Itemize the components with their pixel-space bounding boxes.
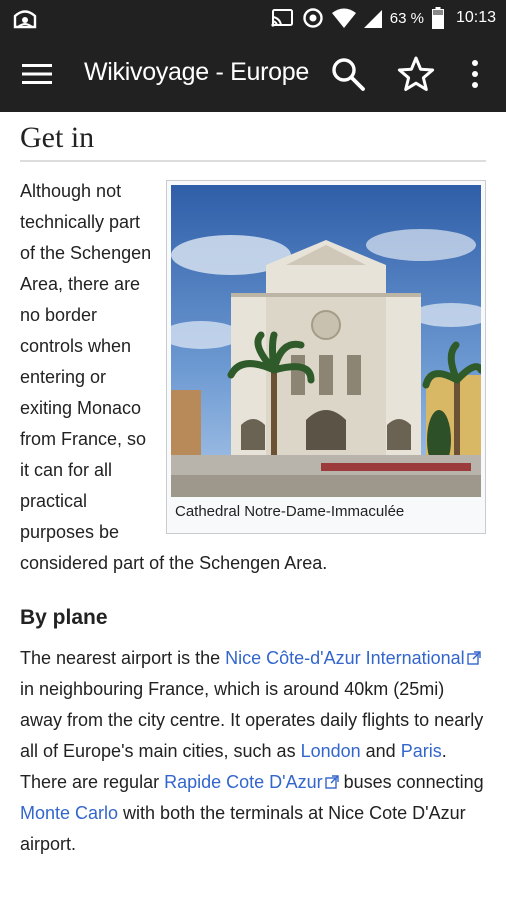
star-icon[interactable] (397, 55, 435, 93)
cast-icon (271, 9, 293, 27)
figure-caption: Cathedral Notre-Dame-Immaculée (175, 503, 405, 520)
link-rapide-cote-dazur[interactable]: Rapide Cote D'Azur (164, 772, 323, 792)
subsection-heading: By plane (20, 606, 108, 629)
intro-paragraph: Cathedral Notre-Dame-Immaculée Although … (20, 176, 486, 579)
external-link-icon[interactable] (466, 651, 481, 665)
search-icon[interactable] (330, 56, 366, 92)
external-link-icon[interactable] (324, 775, 339, 789)
link-london[interactable]: London (301, 741, 361, 761)
clock: 10:13 (455, 9, 496, 26)
link-monte-carlo[interactable]: Monte Carlo (20, 803, 118, 823)
plane-text-5: buses connecting (338, 772, 484, 792)
data-saver-icon (303, 8, 323, 28)
link-paris[interactable]: Paris (401, 741, 442, 761)
cathedral-image[interactable] (171, 185, 481, 497)
menu-icon[interactable] (22, 62, 52, 86)
more-vert-icon[interactable] (466, 58, 484, 90)
battery-icon (431, 7, 444, 29)
plane-text-3: and (360, 741, 401, 761)
app-title: Wikivoyage - Europe (84, 58, 309, 86)
plane-text-1: The nearest airport is the (20, 648, 226, 668)
figure[interactable]: Cathedral Notre-Dame-Immaculée (166, 180, 486, 534)
link-nice-airport[interactable]: Nice Côte-d'Azur International (225, 648, 465, 668)
wifi-icon (331, 8, 356, 28)
plane-paragraph: The nearest airport is the Nice Côte-d'A… (20, 643, 486, 860)
cell-signal-icon (363, 10, 382, 28)
section-heading: Get in (20, 120, 486, 162)
article-content: Get in Cathedral Notre-Dame-Immaculée Al… (20, 112, 486, 860)
app-bar: Wikivoyage - Europe (0, 36, 506, 112)
battery-percent: 63 % (389, 9, 424, 27)
app-notification-icon (13, 10, 37, 29)
status-bar: 63 % 10:13 (0, 0, 506, 36)
